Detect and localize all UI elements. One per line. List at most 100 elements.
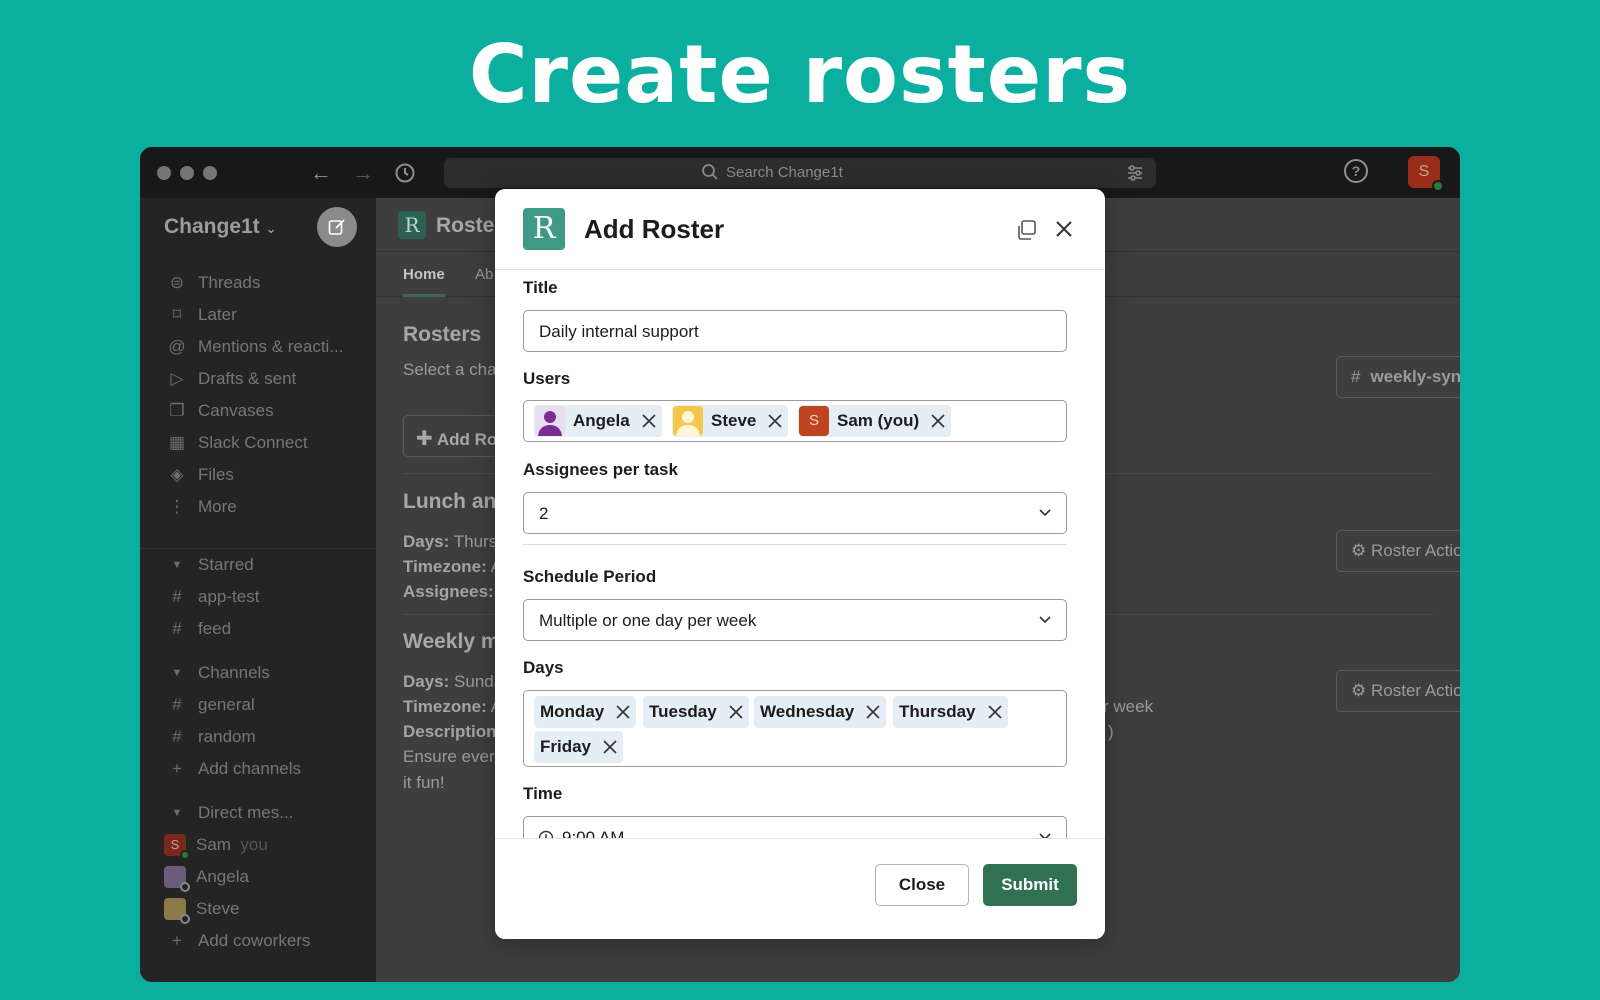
- schedule-select[interactable]: Multiple or one day per week: [523, 599, 1067, 641]
- channel-random[interactable]: # random: [164, 724, 255, 750]
- time-value: 9:00 AM: [562, 828, 625, 838]
- plus-icon: +: [172, 931, 182, 950]
- days-label: Days:: [403, 672, 450, 691]
- channel-feed[interactable]: # feed: [164, 616, 231, 642]
- day-chip-monday: Monday: [534, 696, 637, 728]
- hash-icon: #: [172, 619, 182, 638]
- section-direct-messages[interactable]: ▼ Direct mes...: [164, 800, 294, 826]
- sidebar-item-label: More: [198, 497, 237, 516]
- back-arrow-icon[interactable]: ←: [307, 159, 335, 187]
- channel-select[interactable]: #weekly-sync⌄: [1336, 356, 1460, 398]
- add-coworkers-button[interactable]: + Add coworkers: [164, 928, 310, 954]
- dm-steve[interactable]: Steve: [164, 896, 240, 924]
- section-label: Direct mes...: [198, 803, 294, 822]
- day-chip-wednesday: Wednesday: [754, 696, 887, 728]
- day-chip-tuesday: Tuesday: [643, 696, 749, 728]
- channel-select-value: weekly-sync: [1370, 367, 1460, 386]
- sidebar-item-mentions[interactable]: @ Mentions & reacti...: [164, 334, 344, 360]
- copy-icon[interactable]: [1015, 219, 1037, 241]
- day-chip-thursday: Thursday: [893, 696, 1008, 728]
- sidebar-item-label: Threads: [198, 273, 261, 292]
- assignees-label: Assignees per task: [523, 460, 678, 479]
- remove-icon[interactable]: [616, 705, 630, 719]
- history-clock-icon[interactable]: [391, 159, 419, 187]
- window-zoom-dot[interactable]: [203, 166, 217, 180]
- tab-about[interactable]: Ab: [475, 266, 493, 283]
- sidebar-item-more[interactable]: ⋮ More: [164, 494, 237, 520]
- channel-label: general: [198, 695, 255, 714]
- remove-icon[interactable]: [642, 414, 656, 428]
- add-roster-button[interactable]: ✚ Add Ro: [403, 415, 503, 457]
- sidebar-item-files[interactable]: ◈ Files: [164, 462, 234, 488]
- section-subtitle: Select a cha: [403, 360, 497, 379]
- workspace-label: Change1t: [164, 215, 260, 238]
- assignees-select[interactable]: 2: [523, 492, 1067, 534]
- assignees-value: 2: [539, 504, 549, 523]
- remove-icon[interactable]: [987, 705, 1002, 719]
- dm-sam[interactable]: S Sam you: [164, 832, 268, 860]
- remove-icon[interactable]: [603, 740, 617, 754]
- time-select[interactable]: 9:00 AM: [523, 816, 1067, 838]
- remove-icon[interactable]: [729, 705, 743, 719]
- description-text: ): [1108, 722, 1114, 741]
- roster-actions-select[interactable]: ⚙ Roster Actions⌄: [1336, 530, 1460, 572]
- section-label: Starred: [198, 555, 254, 574]
- threads-icon: ⊜: [169, 273, 185, 292]
- section-channels[interactable]: ▼ Channels: [164, 660, 270, 686]
- description-text: r week: [1103, 697, 1154, 716]
- sidebar: Change1t ⌄ ⊜ Threads ⌑ Later @ Mentions & r…: [140, 198, 376, 982]
- add-channels-button[interactable]: + Add channels: [164, 756, 301, 782]
- avatar: [164, 898, 190, 924]
- close-icon[interactable]: [1052, 217, 1076, 241]
- modal-title: Add Roster: [584, 214, 725, 244]
- workspace-name[interactable]: Change1t ⌄: [164, 215, 276, 239]
- tab-home[interactable]: Home: [403, 266, 445, 297]
- channel-general[interactable]: # general: [164, 692, 255, 718]
- help-icon[interactable]: ?: [1344, 159, 1368, 183]
- sidebar-item-slack-connect[interactable]: ▦ Slack Connect: [164, 430, 308, 456]
- remove-icon[interactable]: [931, 414, 945, 428]
- submit-button[interactable]: Submit: [983, 864, 1077, 906]
- avatar: [535, 406, 565, 436]
- filter-icon[interactable]: [1126, 164, 1144, 182]
- close-button[interactable]: Close: [875, 864, 969, 906]
- compose-button[interactable]: [317, 207, 357, 247]
- timezone-label: Timezone:: [403, 557, 487, 576]
- dm-name: Steve: [196, 899, 240, 918]
- sidebar-item-label: Mentions & reacti...: [198, 337, 344, 356]
- app-title: Roster: [436, 214, 503, 237]
- sidebar-item-drafts[interactable]: ▷ Drafts & sent: [164, 366, 296, 392]
- avatar: S: [164, 834, 190, 860]
- add-roster-label: Add Ro: [436, 430, 498, 449]
- description-text: it fun!: [403, 773, 445, 792]
- at-icon: @: [168, 337, 186, 356]
- channel-app-test[interactable]: # app-test: [164, 584, 259, 610]
- roster-actions-select[interactable]: ⚙ Roster Actions⌄: [1336, 670, 1460, 712]
- sidebar-item-label: Canvases: [198, 401, 274, 420]
- window-minimize-dot[interactable]: [180, 166, 194, 180]
- remove-icon[interactable]: [866, 705, 880, 719]
- sidebar-item-label: Drafts & sent: [198, 369, 297, 388]
- sidebar-item-threads[interactable]: ⊜ Threads: [164, 270, 261, 296]
- user-avatar[interactable]: S: [1408, 156, 1444, 192]
- window-close-dot[interactable]: [157, 166, 171, 180]
- forward-arrow-icon[interactable]: →: [349, 159, 377, 187]
- channel-label: app-test: [198, 587, 260, 606]
- search-bar[interactable]: Search Change1t: [444, 158, 1156, 188]
- search-placeholder: Search Change1t: [726, 164, 843, 181]
- modal-header: R Add Roster: [495, 189, 1105, 270]
- sidebar-divider: [140, 548, 376, 549]
- sidebar-item-canvases[interactable]: ❐ Canvases: [164, 398, 274, 424]
- remove-icon[interactable]: [768, 414, 782, 428]
- title-input[interactable]: Daily internal support: [523, 310, 1067, 352]
- sidebar-item-label: Files: [198, 465, 234, 484]
- section-starred[interactable]: ▼ Starred: [164, 552, 254, 578]
- days-multiselect[interactable]: Monday Tuesday Wednesday Thursday Friday: [523, 690, 1067, 767]
- avatar: S: [799, 406, 829, 436]
- app-logo: R: [398, 211, 426, 239]
- add-roster-modal: R Add Roster Title Daily internal suppor…: [495, 189, 1105, 939]
- hash-icon: #: [172, 695, 182, 714]
- users-multiselect[interactable]: Angela Steve S Sam (you): [523, 400, 1067, 442]
- sidebar-item-later[interactable]: ⌑ Later: [164, 302, 237, 328]
- dm-angela[interactable]: Angela: [164, 864, 249, 892]
